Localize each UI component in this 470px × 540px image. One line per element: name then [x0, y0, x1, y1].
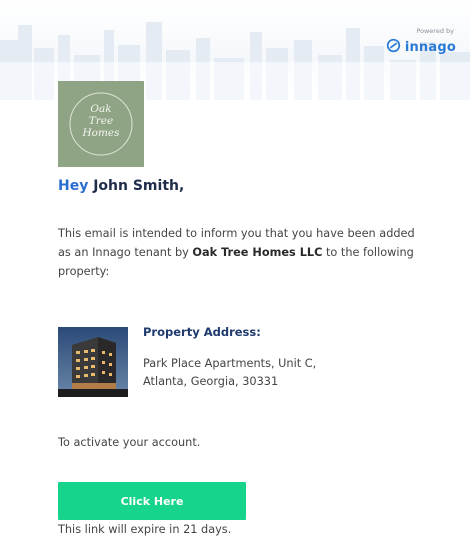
intro-paragraph: This email is intended to inform you tha…	[58, 224, 428, 281]
link-expire-text: This link will expire in 21 days.	[58, 523, 232, 536]
property-address-label: Property Address:	[143, 325, 261, 339]
landlord-name: Oak Tree Homes LLC	[192, 246, 323, 259]
property-address-line-2: Atlanta, Georgia, 30331	[143, 375, 279, 388]
activate-account-text: To activate your account.	[58, 436, 201, 449]
click-here-button[interactable]: Click Here	[58, 482, 246, 520]
property-photo	[58, 327, 128, 397]
property-address: Park Place Apartments, Unit C, Atlanta, …	[143, 355, 383, 391]
innago-brand-name: innago	[404, 40, 456, 55]
property-address-line-1: Park Place Apartments, Unit C,	[143, 357, 317, 370]
innago-brand[interactable]: innago	[386, 38, 456, 57]
powered-by-innago: Powered by innago	[386, 27, 456, 57]
greeting-hey: Hey	[58, 178, 89, 194]
oak-tree-homes-logo: Oak Tree Homes	[58, 81, 144, 167]
greeting-heading: Hey John Smith,	[58, 178, 184, 194]
logo-line-2: Tree	[88, 115, 114, 127]
powered-by-label: Powered by	[416, 27, 454, 35]
logo-line-1: Oak	[90, 103, 112, 115]
greeting-name: John Smith,	[93, 178, 185, 194]
innago-logo-icon	[386, 38, 401, 57]
logo-line-3: Homes	[82, 127, 120, 139]
